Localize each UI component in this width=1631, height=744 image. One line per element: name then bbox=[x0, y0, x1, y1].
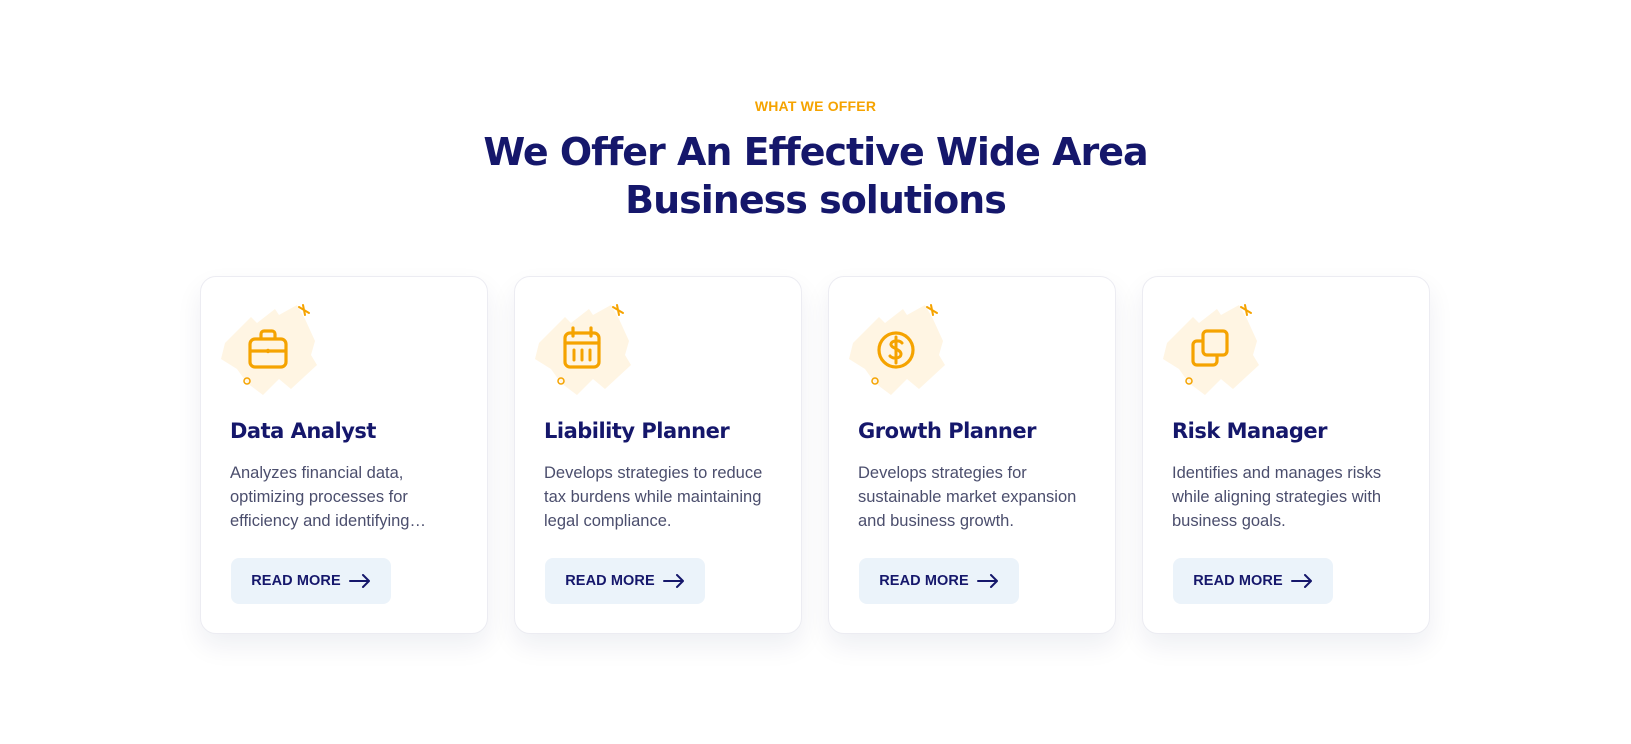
card-description: Analyzes financial data, optimizing proc… bbox=[230, 464, 410, 530]
service-card-liability-planner: Liability Planner Develops strategies to… bbox=[514, 276, 802, 634]
section-heading-line-1: We Offer An Effective Wide Area bbox=[483, 130, 1148, 174]
read-more-label: READ MORE bbox=[565, 573, 655, 589]
briefcase-icon bbox=[217, 299, 327, 399]
read-more-label: READ MORE bbox=[1193, 573, 1283, 589]
read-more-button[interactable]: READ MORE bbox=[859, 558, 1019, 604]
copy-squares-icon bbox=[1159, 299, 1269, 399]
card-title: Liability Planner bbox=[544, 419, 730, 443]
card-title: Data Analyst bbox=[230, 419, 376, 443]
services-section: WHAT WE OFFER We Offer An Effective Wide… bbox=[0, 0, 1631, 744]
read-more-button[interactable]: READ MORE bbox=[231, 558, 391, 604]
service-cards: Data Analyst Analyzes financial data, op… bbox=[200, 276, 1430, 636]
service-card-risk-manager: Risk Manager Identifies and manages risk… bbox=[1142, 276, 1430, 634]
arrow-right-icon bbox=[1290, 574, 1313, 588]
read-more-label: READ MORE bbox=[879, 573, 969, 589]
calendar-icon bbox=[531, 299, 641, 399]
card-description: Develops strategies for sustainable mark… bbox=[858, 464, 1077, 530]
card-title: Risk Manager bbox=[1172, 419, 1327, 443]
card-title: Growth Planner bbox=[858, 419, 1036, 443]
card-description: Identifies and manages risks while align… bbox=[1172, 464, 1382, 530]
section-eyebrow: WHAT WE OFFER bbox=[754, 98, 877, 114]
section-heading: We Offer An Effective Wide Area Business… bbox=[0, 128, 1631, 224]
dollar-coin-icon bbox=[845, 299, 955, 399]
arrow-right-icon bbox=[662, 574, 685, 588]
service-card-data-analyst: Data Analyst Analyzes financial data, op… bbox=[200, 276, 488, 634]
card-description: Develops strategies to reduce tax burden… bbox=[544, 464, 763, 530]
read-more-label: READ MORE bbox=[251, 573, 341, 589]
read-more-button[interactable]: READ MORE bbox=[545, 558, 705, 604]
arrow-right-icon bbox=[348, 574, 371, 588]
section-heading-line-2: Business solutions bbox=[625, 178, 1007, 222]
read-more-button[interactable]: READ MORE bbox=[1173, 558, 1333, 604]
arrow-right-icon bbox=[976, 574, 999, 588]
service-card-growth-planner: Growth Planner Develops strategies for s… bbox=[828, 276, 1116, 634]
